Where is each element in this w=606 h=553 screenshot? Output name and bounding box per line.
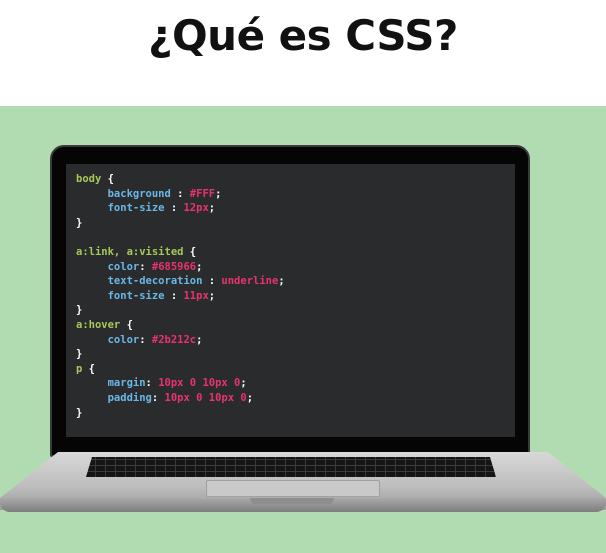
code-token: : (139, 260, 152, 273)
code-line: color: #2b212c; (76, 333, 285, 348)
code-token: ; (208, 202, 216, 215)
code-token: margin (76, 377, 146, 390)
laptop-notch (250, 498, 334, 504)
code-token: 10px 0 10px 0 (164, 391, 247, 404)
code-token: color (76, 260, 140, 273)
code-line: margin: 10px 0 10px 0; (76, 376, 285, 391)
code-token: a:hover (76, 318, 121, 331)
code-token: : (139, 333, 152, 346)
code-token: ; (208, 289, 216, 302)
page: ¿Qué es CSS? body { background : #FFF; f… (0, 0, 606, 553)
code-token: : (151, 391, 165, 404)
code-line: } (76, 347, 285, 362)
code-token: : (170, 187, 190, 200)
code-line: body { (76, 172, 285, 187)
page-title: ¿Qué es CSS? (148, 11, 458, 60)
code-token: 12px (183, 202, 209, 215)
code-line: font-size : 11px; (76, 289, 285, 304)
code-token: body (76, 173, 102, 185)
code-token: color (76, 333, 140, 346)
code-line: a:hover { (76, 318, 285, 333)
code-token: padding (76, 391, 152, 404)
code-line: a:link, a:visited { (76, 245, 285, 260)
code-token: background (76, 187, 171, 200)
code-line: } (76, 406, 285, 421)
code-line: font-size : 12px; (76, 201, 285, 216)
code-token: : (202, 275, 222, 288)
code-token: { (120, 318, 133, 331)
laptop-trackpad (206, 480, 380, 497)
code-token: underline (221, 275, 279, 288)
code-token: { (183, 245, 197, 258)
code-token: ; (246, 391, 254, 404)
code-line: color: #685966; (76, 260, 285, 275)
code-token: ; (278, 275, 285, 288)
code-token: } (76, 216, 83, 229)
code-token: ; (196, 333, 203, 346)
code-token: #2b212c (151, 333, 197, 346)
code-token: : (164, 289, 184, 302)
css-code-block: body { background : #FFF; font-size : 12… (76, 172, 285, 420)
code-token: #FFF (189, 187, 216, 200)
code-token: a:link, a:visited (76, 245, 184, 258)
code-token: ; (215, 187, 222, 200)
code-token: } (76, 304, 83, 317)
code-token: ; (196, 260, 203, 273)
code-token: : (145, 377, 159, 390)
code-token: 10px 0 10px 0 (158, 377, 241, 390)
code-token: text-decoration (76, 275, 203, 288)
code-token: : (164, 202, 184, 215)
code-line: } (76, 303, 285, 318)
code-token: } (76, 406, 83, 419)
code-token: { (82, 362, 95, 375)
code-line: padding: 10px 0 10px 0; (76, 391, 285, 406)
laptop-keyboard (86, 457, 496, 477)
code-token: 11px (183, 289, 209, 302)
code-token: #685966 (151, 260, 197, 273)
code-line: text-decoration : underline; (76, 274, 285, 289)
code-token: { (101, 173, 114, 185)
code-line: p { (76, 362, 285, 377)
code-line: } (76, 216, 285, 231)
code-line: background : #FFF; (76, 187, 285, 202)
code-token: font-size (76, 202, 165, 215)
laptop-screen: body { background : #FFF; font-size : 12… (66, 164, 515, 437)
code-token: } (76, 348, 83, 361)
code-token: ; (240, 377, 247, 390)
code-token: font-size (76, 289, 165, 302)
